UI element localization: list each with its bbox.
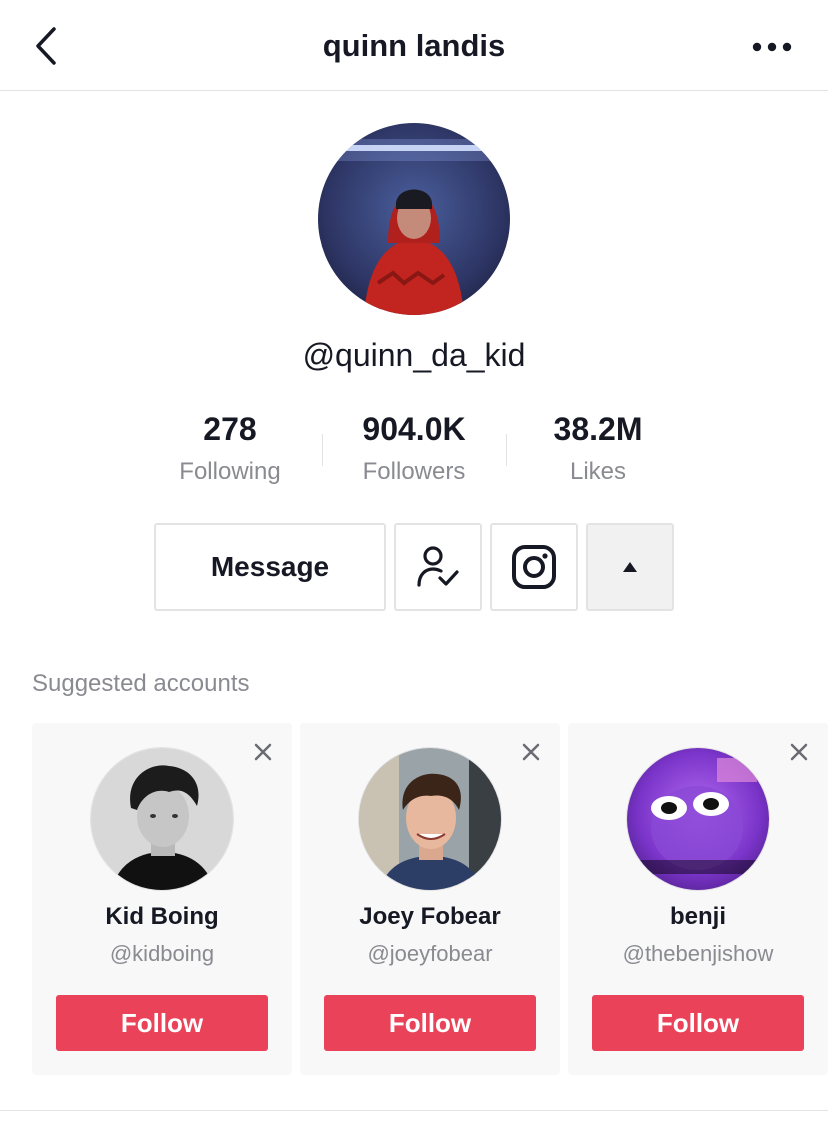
more-horizontal-icon [752,42,792,52]
account-name: benji [669,903,726,930]
instagram-icon [512,545,556,589]
profile-handle: @quinn_da_kid [302,337,526,373]
user-check-icon [417,546,459,587]
close-icon [254,743,272,761]
toggle-suggestions-button[interactable] [586,523,674,611]
follow-button[interactable]: Follow [324,995,536,1051]
profile-header: quinn landis [0,0,828,91]
triangle-up-icon [623,562,637,572]
suggested-accounts-title: Suggested accounts [32,670,250,697]
stat-value: 278 [203,411,257,447]
account-name: Joey Fobear [359,903,501,930]
stat-label: Following [179,458,281,485]
suggested-account-card: Joey Fobear @joeyfobear Follow [300,723,560,1075]
follow-button[interactable]: Follow [56,995,268,1051]
stat-following[interactable]: 278 Following [138,408,322,486]
account-handle: @kidboing [109,941,215,966]
close-icon [790,743,808,761]
follow-button[interactable]: Follow [592,995,804,1051]
section-divider [0,1110,828,1111]
account-name: Kid Boing [105,903,219,930]
instagram-button[interactable] [490,523,578,611]
avatar[interactable] [90,747,234,891]
account-handle: @joeyfobear [367,941,493,966]
stat-likes[interactable]: 38.2M Likes [506,408,690,486]
profile-avatar[interactable] [318,123,510,315]
suggested-account-card: Kid Boing @kidboing Follow [32,723,292,1075]
avatar[interactable] [358,747,502,891]
suggested-account-card: benji @thebenjishow Follow [568,723,828,1075]
friends-button[interactable] [394,523,482,611]
account-handle: @thebenjishow [622,941,774,966]
stat-value: 904.0K [362,411,466,447]
stat-followers[interactable]: 904.0K Followers [322,408,506,486]
avatar[interactable] [626,747,770,891]
page-title: quinn landis [322,28,506,63]
close-icon [522,743,540,761]
message-button[interactable]: Message [154,523,386,611]
stat-label: Likes [569,458,627,485]
dismiss-button[interactable] [516,737,546,767]
stat-label: Followers [362,458,466,485]
stat-value: 38.2M [553,411,643,447]
dismiss-button[interactable] [248,737,278,767]
more-options-button[interactable] [748,30,796,64]
dismiss-button[interactable] [784,737,814,767]
